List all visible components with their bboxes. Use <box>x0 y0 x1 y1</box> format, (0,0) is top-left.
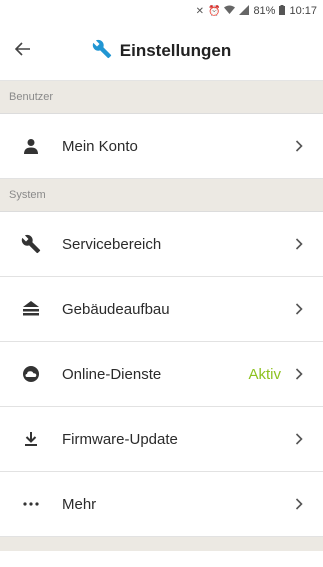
wrench-icon <box>0 234 62 254</box>
battery-level: 81% <box>253 5 276 17</box>
item-label: Online-Dienste <box>62 365 162 383</box>
wifi-icon <box>224 5 236 18</box>
clock: 10:17 <box>289 5 317 17</box>
wrench-icon <box>92 39 112 64</box>
settings-item-online-dienste[interactable]: Online-Dienste Aktiv <box>0 342 323 407</box>
settings-item-firmware-update[interactable]: Firmware-Update <box>0 407 323 472</box>
settings-item-servicebereich[interactable]: Servicebereich <box>0 212 323 277</box>
title-group: Einstellungen <box>0 22 323 80</box>
item-label: Mehr <box>62 495 97 513</box>
battery-icon <box>279 4 286 18</box>
back-button[interactable] <box>8 36 38 66</box>
settings-item-gebaeudeaufbau[interactable]: Gebäudeaufbau <box>0 277 323 342</box>
arrow-left-icon <box>14 41 31 61</box>
app-bar: Einstellungen <box>0 22 323 81</box>
signal-icon <box>239 4 250 18</box>
list-footer <box>0 537 323 551</box>
settings-item-mein-konto[interactable]: Mein Konto <box>0 114 323 179</box>
chevron-right-icon <box>295 140 323 152</box>
item-label: Mein Konto <box>62 137 138 155</box>
chevron-right-icon <box>295 303 323 315</box>
section-header-benutzer: Benutzer <box>0 81 323 114</box>
item-label: Firmware-Update <box>62 430 178 448</box>
section-header-system: System <box>0 179 323 212</box>
more-icon <box>0 502 62 506</box>
chevron-right-icon <box>295 498 323 510</box>
chevron-right-icon <box>295 433 323 445</box>
alarm-icon: ⏰ <box>207 5 221 17</box>
page-title: Einstellungen <box>119 41 232 60</box>
status-bar: ✕ ⏰ 81% 10:17 <box>0 0 323 22</box>
status-badge: Aktiv <box>248 365 281 383</box>
chevron-right-icon <box>295 368 323 380</box>
cloud-icon <box>0 365 62 383</box>
settings-item-mehr[interactable]: Mehr <box>0 472 323 537</box>
person-icon <box>0 138 62 154</box>
item-label: Gebäudeaufbau <box>62 300 170 318</box>
building-icon <box>0 300 62 318</box>
mute-icon: ✕ <box>195 5 204 17</box>
item-label: Servicebereich <box>62 235 162 253</box>
chevron-right-icon <box>295 238 323 250</box>
download-icon <box>0 431 62 447</box>
